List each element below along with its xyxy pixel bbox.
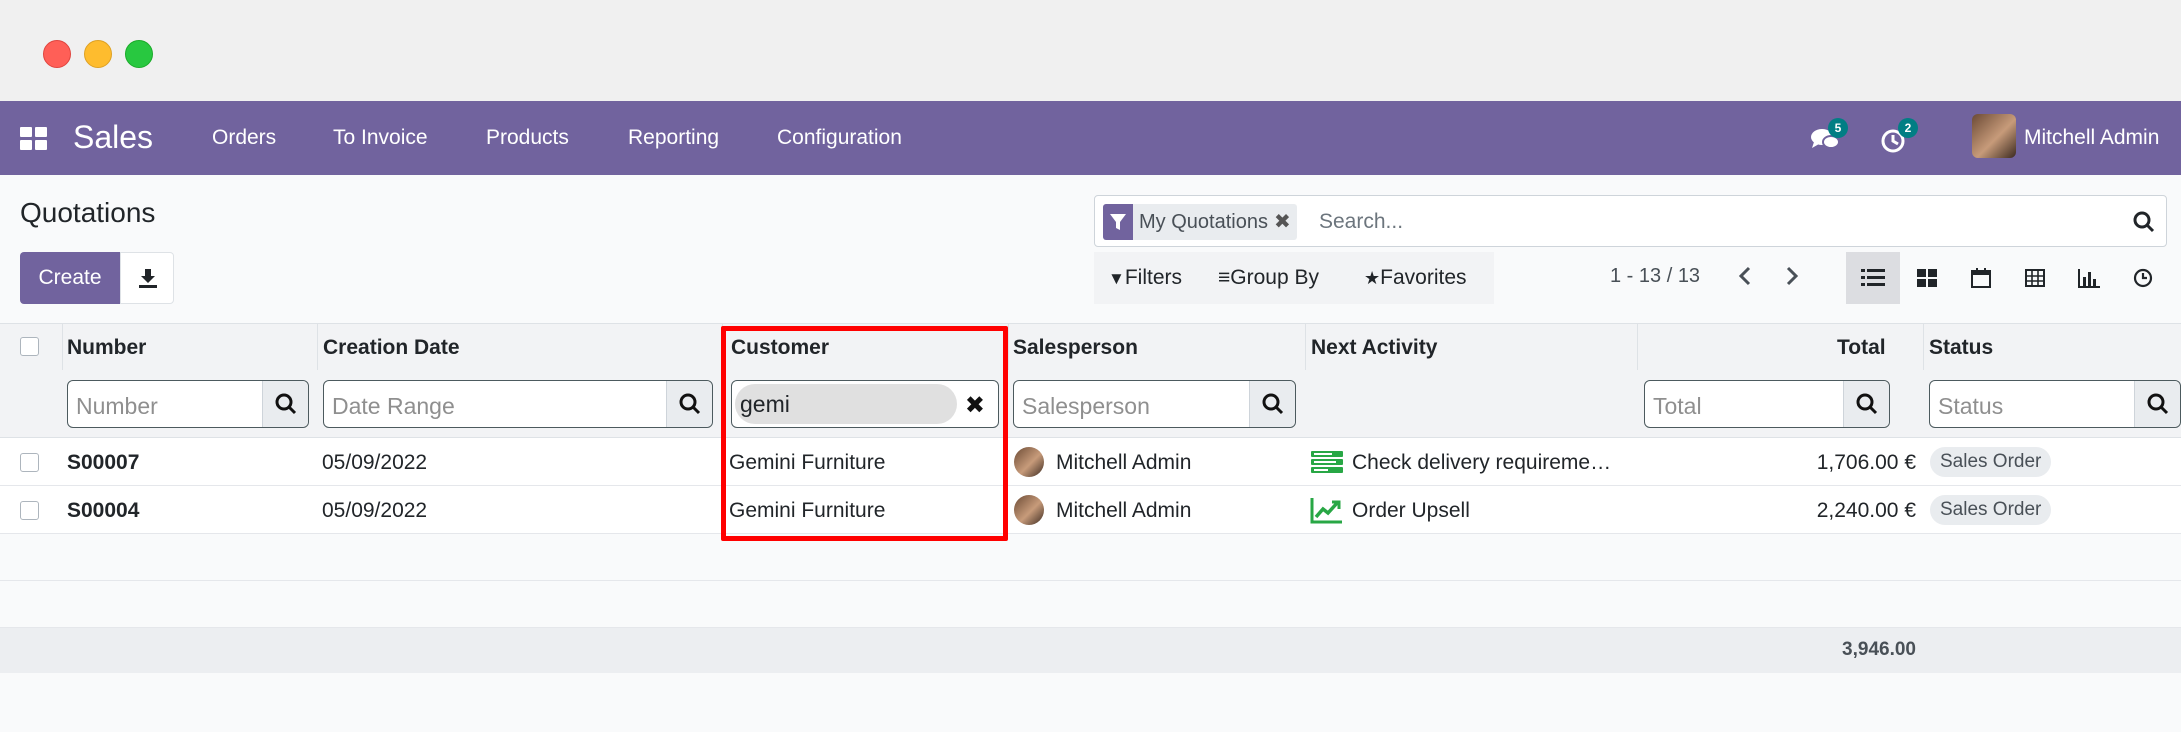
status-badge: Sales Order xyxy=(1930,447,2052,477)
activities-button[interactable]: 2 xyxy=(1878,118,1918,155)
calendar-view-button[interactable] xyxy=(1954,252,2008,304)
salesperson-avatar xyxy=(1014,447,1044,477)
menu-to-invoice[interactable]: To Invoice xyxy=(333,126,428,150)
download-icon xyxy=(139,269,157,288)
column-filter-row: Number Date Range gemi ✖ Salesperson Tot… xyxy=(0,370,2181,438)
pivot-view-button[interactable] xyxy=(2008,252,2062,304)
next-activity: Check delivery requireme… xyxy=(1352,451,1612,474)
row-checkbox[interactable] xyxy=(20,453,39,472)
close-window-button[interactable] xyxy=(43,40,71,68)
column-header-total[interactable]: Total xyxy=(1837,336,1886,360)
salesperson-name: Mitchell Admin xyxy=(1056,499,1192,522)
search-icon[interactable] xyxy=(2134,381,2180,427)
messages-count-badge: 5 xyxy=(1828,118,1848,138)
search-bar[interactable]: My Quotations ✖ Search... xyxy=(1094,195,2167,247)
chevron-left-icon[interactable] xyxy=(1730,261,1760,291)
next-activity: Order Upsell xyxy=(1352,499,1470,522)
number-filter-input[interactable]: Number xyxy=(67,380,309,428)
menu-reporting[interactable]: Reporting xyxy=(628,126,719,150)
select-all-checkbox[interactable] xyxy=(20,337,39,356)
kanban-view-button[interactable] xyxy=(1900,252,1954,304)
chevron-right-icon[interactable] xyxy=(1777,261,1807,291)
status-filter-input[interactable]: Status xyxy=(1929,380,2181,428)
filter-icon xyxy=(1103,204,1133,240)
remove-facet-icon[interactable]: ✖ xyxy=(1273,204,1297,240)
row-checkbox[interactable] xyxy=(20,501,39,520)
empty-row xyxy=(0,534,2181,581)
column-header-creation-date[interactable]: Creation Date xyxy=(323,336,460,360)
trending-up-icon[interactable] xyxy=(1310,496,1344,524)
menu-products[interactable]: Products xyxy=(486,126,569,150)
menu-orders[interactable]: Orders xyxy=(212,126,276,150)
facet-label: My Quotations xyxy=(1133,204,1274,240)
user-avatar[interactable] xyxy=(1972,114,2016,158)
table-footer: 3,946.00 xyxy=(0,628,2181,673)
table-row[interactable]: S00004 05/09/2022 Gemini Furniture Mitch… xyxy=(0,486,2181,534)
download-button[interactable] xyxy=(120,252,174,304)
order-number: S00004 xyxy=(67,499,140,522)
order-total: 1,706.00 € xyxy=(1816,451,1916,474)
search-input[interactable]: Search... xyxy=(1319,210,1403,234)
search-icon[interactable] xyxy=(666,381,712,427)
activity-view-button[interactable] xyxy=(2116,252,2170,304)
todo-activity-icon[interactable] xyxy=(1310,448,1344,476)
funnel-icon: ▼ xyxy=(1108,269,1125,288)
favorites-button[interactable]: ★Favorites xyxy=(1364,266,1467,290)
kanban-view-icon xyxy=(1917,269,1937,287)
list-view-icon xyxy=(1861,269,1885,286)
maximize-window-button[interactable] xyxy=(125,40,153,68)
salesperson-name: Mitchell Admin xyxy=(1056,451,1192,474)
column-header-next-activity[interactable]: Next Activity xyxy=(1311,336,1437,360)
order-total: 2,240.00 € xyxy=(1816,499,1916,522)
table-header: Number Creation Date Customer Salesperso… xyxy=(0,323,2181,371)
search-icon[interactable] xyxy=(2132,210,2156,234)
list-view-button[interactable] xyxy=(1846,252,1900,304)
salesperson-filter-input[interactable]: Salesperson xyxy=(1013,380,1296,428)
star-icon: ★ xyxy=(1364,268,1381,288)
column-header-status[interactable]: Status xyxy=(1929,336,1993,360)
search-panel-buttons: ▼Filters ≡Group By ★Favorites xyxy=(1094,252,1494,304)
search-facet[interactable]: My Quotations ✖ xyxy=(1103,204,1297,240)
list-icon: ≡ xyxy=(1218,266,1231,289)
salesperson-avatar xyxy=(1014,495,1044,525)
column-header-salesperson[interactable]: Salesperson xyxy=(1013,336,1138,360)
creation-date: 05/09/2022 xyxy=(322,451,428,474)
customer-column-highlight xyxy=(721,326,1008,541)
filters-button[interactable]: ▼Filters xyxy=(1108,266,1182,290)
search-icon[interactable] xyxy=(262,381,308,427)
graph-view-button[interactable] xyxy=(2062,252,2116,304)
create-button[interactable]: Create xyxy=(20,252,120,304)
column-header-number[interactable]: Number xyxy=(67,336,146,360)
activities-count-badge: 2 xyxy=(1898,118,1918,138)
apps-menu-icon[interactable] xyxy=(20,127,48,151)
search-icon[interactable] xyxy=(1249,381,1295,427)
order-number: S00007 xyxy=(67,451,140,474)
grand-total: 3,946.00 xyxy=(1842,639,1916,660)
minimize-window-button[interactable] xyxy=(84,40,112,68)
table-row[interactable]: S00007 05/09/2022 Gemini Furniture Mitch… xyxy=(0,438,2181,486)
page-title: Quotations xyxy=(20,197,156,228)
window-titlebar xyxy=(0,0,2181,101)
clock-icon xyxy=(2133,268,2153,288)
total-filter-input[interactable]: Total xyxy=(1644,380,1890,428)
group-by-button[interactable]: ≡Group By xyxy=(1218,266,1319,290)
status-badge: Sales Order xyxy=(1930,495,2052,525)
bar-chart-icon xyxy=(2078,269,2100,288)
calendar-view-icon xyxy=(1971,268,1991,288)
search-icon[interactable] xyxy=(1843,381,1889,427)
app-name[interactable]: Sales xyxy=(73,119,153,156)
pivot-view-icon xyxy=(2025,269,2045,287)
pager-value[interactable]: 1 - 13 / 13 xyxy=(1610,265,1700,288)
menu-configuration[interactable]: Configuration xyxy=(777,126,902,150)
view-switcher xyxy=(1846,252,2166,304)
date-range-filter-input[interactable]: Date Range xyxy=(323,380,713,428)
user-name[interactable]: Mitchell Admin xyxy=(2024,126,2159,150)
main-content: Quotations Create My Quotations ✖ Search… xyxy=(0,175,2181,732)
creation-date: 05/09/2022 xyxy=(322,499,428,522)
main-navbar: Sales Orders To Invoice Products Reporti… xyxy=(0,101,2181,175)
messages-button[interactable]: 5 xyxy=(1808,118,1848,155)
empty-row xyxy=(0,581,2181,628)
